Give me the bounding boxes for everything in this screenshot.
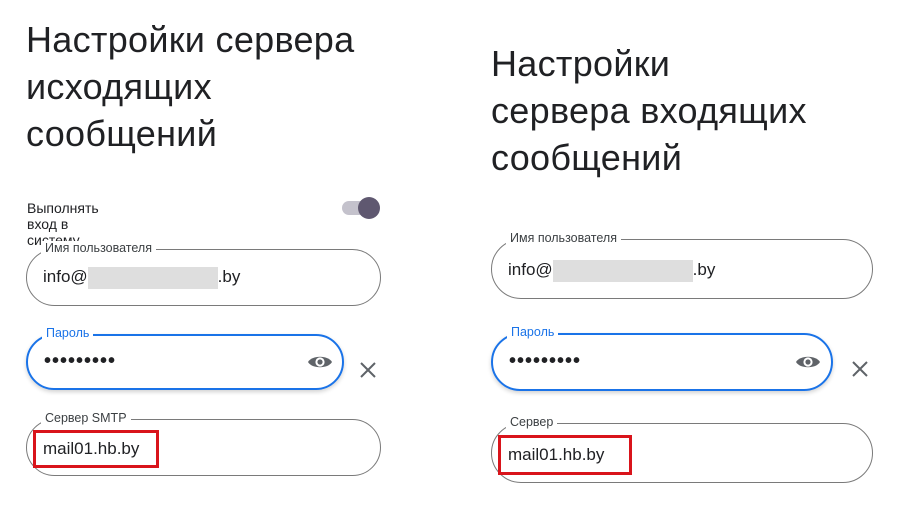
highlight-box <box>33 430 159 468</box>
redacted-region <box>87 266 218 289</box>
page-title: Настройки сервера входящих сообщений <box>491 40 891 181</box>
toggle-knob[interactable] <box>358 197 380 219</box>
title-line: сообщений <box>26 113 218 154</box>
close-icon[interactable] <box>851 360 869 378</box>
username-suffix: .by <box>217 267 241 286</box>
username-suffix: .by <box>692 260 716 279</box>
username-field[interactable]: Имя пользователя info@ .by <box>26 241 381 306</box>
title-line: исходящих <box>26 66 212 107</box>
password-label: Пароль <box>507 325 559 340</box>
server-label: Сервер <box>506 415 558 430</box>
page-title: Настройки сервера исходящих сообщений <box>26 16 466 157</box>
username-field[interactable]: Имя пользователя info@ .by <box>491 231 873 299</box>
title-line: Настройки <box>491 43 671 84</box>
login-toggle[interactable] <box>342 197 380 219</box>
redacted-region <box>552 259 693 282</box>
close-icon[interactable] <box>359 361 377 379</box>
password-value[interactable]: ••••••••• <box>44 350 116 372</box>
password-field[interactable]: Пароль ••••••••• <box>491 325 833 391</box>
username-label: Имя пользователя <box>506 231 621 246</box>
eye-icon[interactable] <box>795 353 821 371</box>
password-value[interactable]: ••••••••• <box>509 350 581 372</box>
eye-icon[interactable] <box>307 353 333 371</box>
highlight-box <box>498 435 632 475</box>
username-value[interactable]: info@ .by <box>508 259 715 282</box>
password-label: Пароль <box>42 326 94 341</box>
username-prefix: info@ <box>508 260 553 279</box>
username-label: Имя пользователя <box>41 241 156 256</box>
password-field[interactable]: Пароль ••••••••• <box>26 326 344 390</box>
title-line: сервера входящих <box>491 90 807 131</box>
title-line: сообщений <box>491 137 683 178</box>
title-line: Настройки сервера <box>26 19 355 60</box>
username-value[interactable]: info@ .by <box>43 266 240 289</box>
username-prefix: info@ <box>43 267 88 286</box>
smtp-server-label: Сервер SMTP <box>41 411 131 426</box>
